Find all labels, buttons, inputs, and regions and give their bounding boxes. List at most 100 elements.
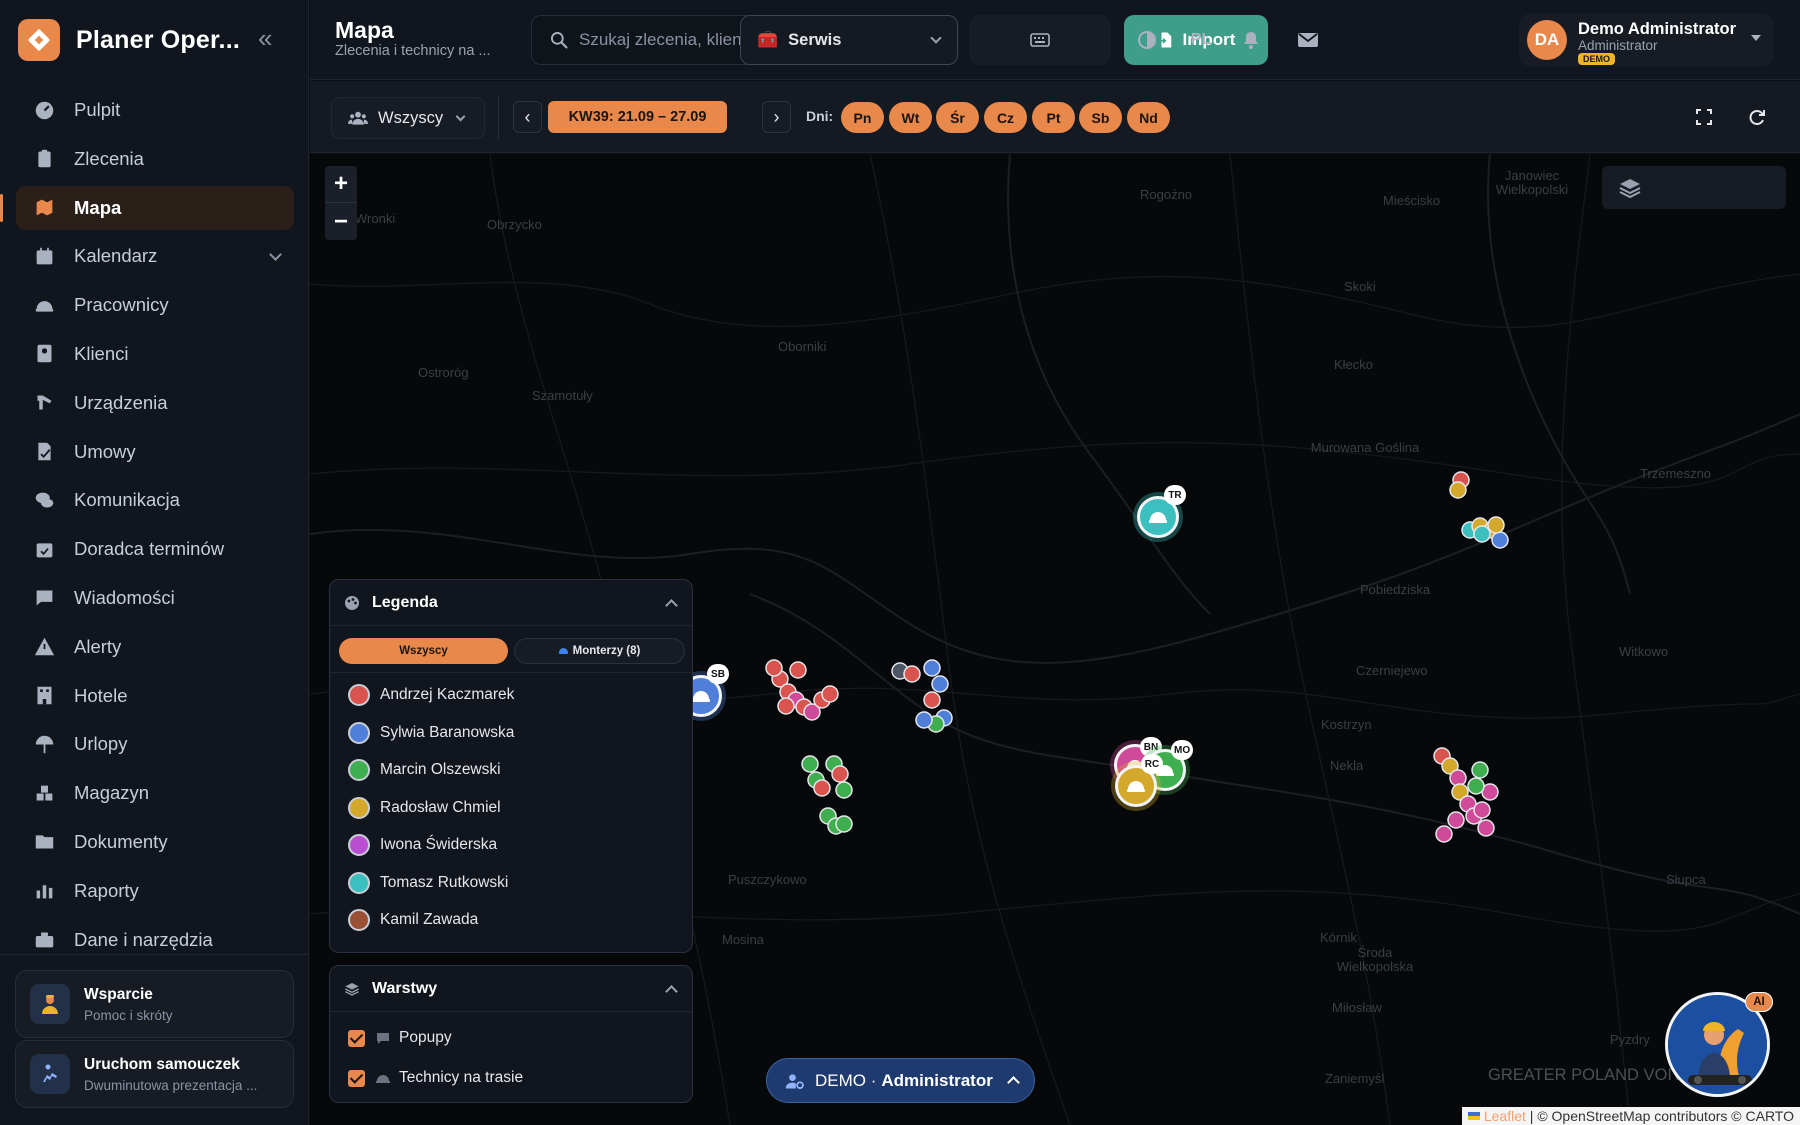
legend-item[interactable]: Sylwia Baranowska: [348, 720, 514, 746]
job-marker[interactable]: [1471, 761, 1489, 779]
legend-item[interactable]: Marcin Olszewski: [348, 757, 501, 783]
job-marker[interactable]: [923, 659, 941, 677]
leaflet-link[interactable]: Leaflet: [1484, 1108, 1526, 1124]
legend-item[interactable]: Iwona Świderska: [348, 832, 497, 858]
job-marker[interactable]: [835, 781, 853, 799]
job-marker[interactable]: [1449, 481, 1467, 499]
sidebar-item-hotele[interactable]: Hotele: [16, 674, 294, 718]
day-chip[interactable]: Pn: [841, 102, 884, 133]
technicians-checkbox[interactable]: [348, 1069, 365, 1087]
sidebar-item-klienci[interactable]: Klienci: [16, 332, 294, 376]
job-marker[interactable]: [923, 691, 941, 709]
day-chip[interactable]: Nd: [1127, 102, 1170, 133]
job-marker[interactable]: [1491, 531, 1509, 549]
chevron-up-icon[interactable]: [665, 599, 678, 612]
collapse-sidebar-icon[interactable]: «: [258, 25, 272, 51]
sidebar-item-label: Klienci: [74, 342, 129, 364]
keyboard-shortcuts-button[interactable]: [969, 15, 1111, 65]
tab-all[interactable]: Wszyscy: [339, 638, 508, 664]
sidebar-item-alerty[interactable]: Alerty: [16, 625, 294, 669]
job-marker[interactable]: [821, 685, 839, 703]
job-marker[interactable]: [1473, 801, 1491, 819]
color-swatch: [348, 721, 370, 744]
job-marker[interactable]: [1477, 819, 1495, 837]
tutorial-card[interactable]: Uruchom samouczek Dwuminutowa prezentacj…: [15, 1040, 294, 1108]
job-marker[interactable]: [835, 815, 853, 833]
job-marker[interactable]: [1473, 525, 1491, 543]
layer-technicians[interactable]: Technicy na trasie: [348, 1066, 523, 1090]
legend-item[interactable]: Kamil Zawada: [348, 907, 478, 933]
sidebar-item-wiadomosci[interactable]: Wiadomości: [16, 576, 294, 620]
day-chip[interactable]: Wt: [889, 102, 932, 133]
sidebar-item-raporty[interactable]: Raporty: [16, 869, 294, 913]
day-chip[interactable]: Śr: [936, 102, 979, 133]
sidebar-item-umowy[interactable]: Umowy: [16, 430, 294, 474]
mode-select[interactable]: 🧰 Serwis: [740, 15, 958, 65]
job-marker[interactable]: [777, 697, 795, 715]
job-marker[interactable]: [1467, 777, 1485, 795]
next-week-button[interactable]: ›: [762, 101, 791, 133]
chevron-down-icon[interactable]: [269, 248, 282, 262]
brand[interactable]: Planer Oper...: [18, 18, 240, 62]
sidebar-item-magazyn[interactable]: Magazyn: [16, 771, 294, 815]
day-chip[interactable]: Cz: [984, 102, 1027, 133]
chevron-up-icon[interactable]: [665, 985, 678, 998]
job-marker[interactable]: [903, 665, 921, 683]
job-marker[interactable]: [831, 765, 849, 783]
bell-icon[interactable]: [1239, 28, 1263, 52]
map-canvas[interactable]: Rogoźno Wronki Obrzycko Janowiec Wielkopols…: [310, 154, 1800, 1125]
layers-header[interactable]: Warstwy: [330, 966, 692, 1012]
job-marker[interactable]: [931, 675, 949, 693]
sidebar-item-komunikacja[interactable]: Komunikacja: [16, 478, 294, 522]
day-chip[interactable]: Pt: [1032, 102, 1075, 133]
technician-filter[interactable]: Wszyscy: [331, 97, 485, 139]
chat-icon: [32, 488, 56, 512]
job-marker[interactable]: [1435, 825, 1453, 843]
zoom-out-button[interactable]: −: [325, 203, 357, 240]
sidebar-item-zlecenia[interactable]: Zlecenia: [16, 137, 294, 181]
envelope-icon[interactable]: [1296, 28, 1320, 52]
color-swatch: [348, 871, 370, 894]
sidebar-item-kalendarz[interactable]: Kalendarz: [16, 234, 294, 278]
tutorial-title: Uruchom samouczek: [84, 1055, 240, 1073]
sidebar-item-urlopy[interactable]: Urlopy: [16, 722, 294, 766]
legend-header[interactable]: Legenda: [330, 580, 692, 626]
tab-fitters[interactable]: Monterzy (8): [514, 638, 685, 664]
job-marker[interactable]: [789, 661, 807, 679]
layer-switcher-button[interactable]: [1602, 166, 1786, 209]
sidebar-item-mapa[interactable]: Mapa: [0, 185, 294, 230]
job-marker[interactable]: [813, 779, 831, 797]
refresh-icon[interactable]: [1747, 107, 1767, 127]
zoom-in-button[interactable]: +: [325, 166, 357, 203]
support-card[interactable]: Wsparcie Pomoc i skróty: [15, 970, 294, 1038]
language-switch[interactable]: PL: [1186, 28, 1216, 52]
job-marker[interactable]: [765, 659, 783, 677]
sidebar-item-label: Alerty: [74, 635, 122, 657]
theme-toggle-icon[interactable]: [1135, 28, 1159, 52]
fullscreen-icon[interactable]: [1694, 107, 1714, 127]
filter-value: Wszyscy: [378, 108, 444, 127]
job-marker[interactable]: [915, 711, 933, 729]
sidebar-item-doradca-terminow[interactable]: Doradca terminów: [16, 527, 294, 571]
hard-hat-icon: [558, 648, 568, 654]
demo-role-switcher[interactable]: DEMO · Administrator: [766, 1058, 1035, 1103]
job-marker[interactable]: [1487, 516, 1505, 534]
sidebar-item-pracownicy[interactable]: Pracownicy: [16, 283, 294, 327]
sidebar-item-dokumenty[interactable]: Dokumenty: [16, 820, 294, 864]
layer-popups[interactable]: Popupy: [348, 1026, 452, 1050]
job-marker[interactable]: [801, 755, 819, 773]
sidebar-item-urzadzenia[interactable]: Urządzenia: [16, 381, 294, 425]
job-marker[interactable]: [1447, 811, 1465, 829]
user-menu[interactable]: DA Demo Administrator Administrator DEMO: [1519, 14, 1774, 66]
legend-item[interactable]: Andrzej Kaczmarek: [348, 682, 514, 708]
layers-title: Warstwy: [372, 979, 438, 997]
legend-item[interactable]: Tomasz Rutkowski: [348, 870, 508, 896]
technician-initials-badge: TR: [1164, 485, 1186, 505]
day-chip[interactable]: Sb: [1079, 102, 1122, 133]
prev-week-button[interactable]: ‹: [513, 101, 542, 133]
flag-icon: [1467, 1112, 1480, 1120]
popups-checkbox[interactable]: [348, 1029, 365, 1047]
legend-item[interactable]: Radosław Chmiel: [348, 795, 501, 821]
week-selector[interactable]: KW39: 21.09 – 27.09: [548, 101, 727, 133]
sidebar-item-pulpit[interactable]: Pulpit: [16, 88, 294, 132]
